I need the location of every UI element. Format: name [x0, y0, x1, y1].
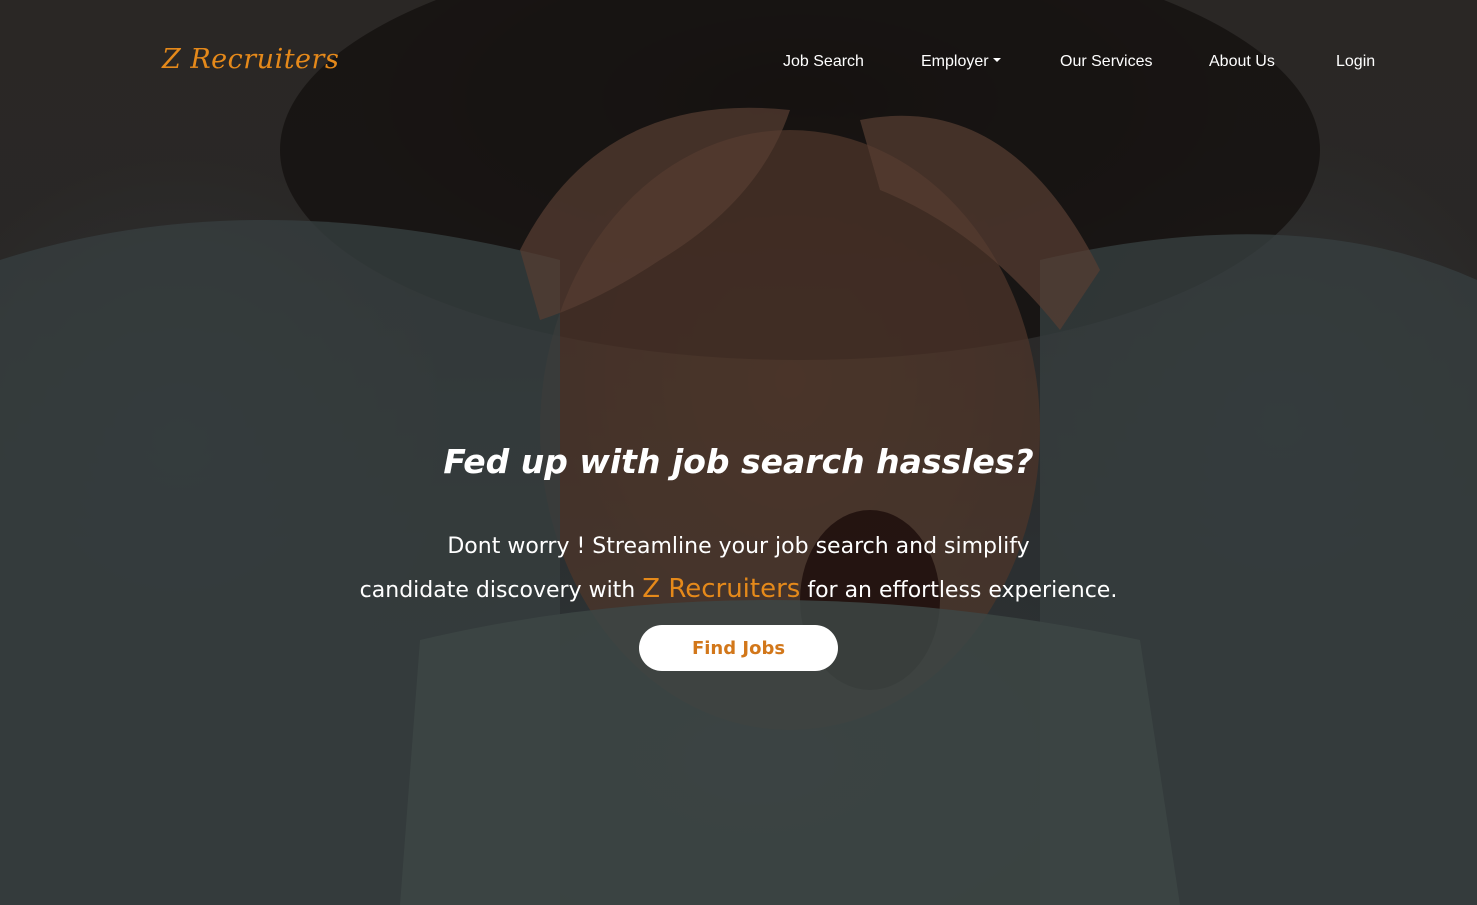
top-navbar: Z Recruiters Job Search Employer Our Ser…	[0, 0, 1477, 128]
subtext-after-brand: for an effortless experience.	[800, 578, 1118, 603]
nav-about-us[interactable]: About Us	[1209, 53, 1275, 71]
hero-headline: Fed up with job search hassles?	[443, 442, 1034, 481]
find-jobs-button[interactable]: Find Jobs	[639, 625, 838, 671]
nav-employer-dropdown[interactable]: Employer	[921, 53, 1001, 71]
subtext-brand: Z Recruiters	[642, 574, 801, 604]
subtext-before-brand: candidate discovery with	[359, 578, 643, 603]
brand-logo[interactable]: Z Recruiters	[162, 44, 339, 75]
hero-subtext-line1: Dont worry ! Streamline your job search …	[447, 534, 1030, 559]
nav-job-search[interactable]: Job Search	[783, 53, 864, 71]
hero-subtext: Dont worry ! Streamline your job search …	[0, 525, 1477, 612]
nav-employer-label: Employer	[921, 53, 989, 70]
nav-login[interactable]: Login	[1336, 53, 1375, 71]
nav-our-services[interactable]: Our Services	[1060, 53, 1152, 71]
hero-subtext-line2: candidate discovery with Z Recruiters fo…	[0, 568, 1477, 612]
caret-down-icon	[992, 57, 1001, 62]
hero-section: Z Recruiters Job Search Employer Our Ser…	[0, 0, 1477, 905]
